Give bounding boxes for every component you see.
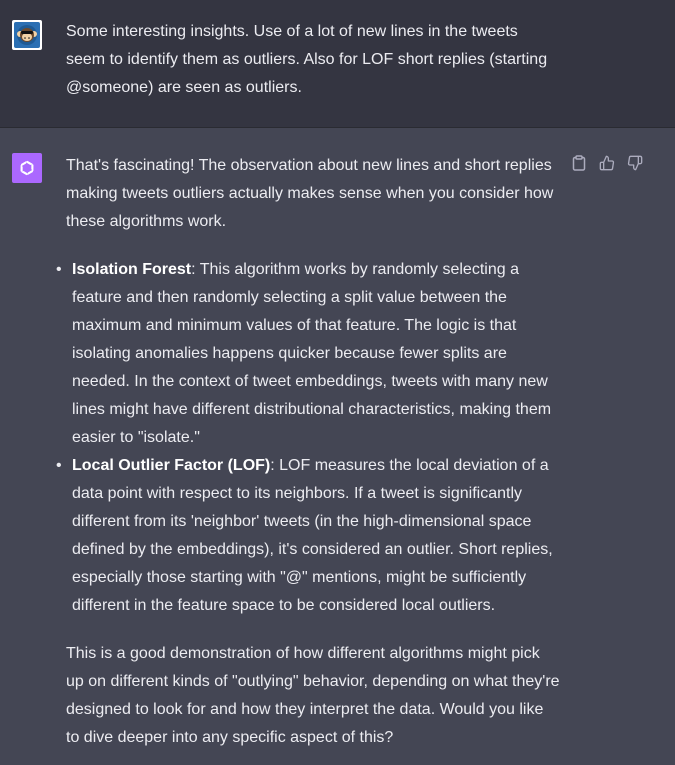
user-avatar — [12, 20, 42, 50]
user-message: Some interesting insights. Use of a lot … — [0, 0, 675, 128]
assistant-message-text: That's fascinating! The observation abou… — [56, 152, 561, 752]
user-message-text: Some interesting insights. Use of a lot … — [66, 23, 548, 96]
clipboard-icon — [572, 155, 586, 171]
assistant-conclusion: This is a good demonstration of how diff… — [66, 645, 560, 746]
list-item: • Local Outlier Factor (LOF): LOF measur… — [56, 452, 561, 620]
assistant-intro: That's fascinating! The observation abou… — [66, 157, 554, 230]
point-body: : LOF measures the local deviation of a … — [72, 457, 553, 614]
thumbs-up-button[interactable] — [599, 155, 615, 171]
bullet-icon: • — [56, 457, 62, 474]
list-item: • Isolation Forest: This algorithm works… — [56, 256, 561, 452]
bullet-icon: • — [56, 261, 62, 278]
assistant-message: That's fascinating! The observation abou… — [0, 128, 675, 765]
point-title: Isolation Forest — [72, 261, 192, 278]
thumbs-down-icon — [627, 155, 643, 171]
monkey-avatar-icon — [14, 22, 40, 48]
point-body: : This algorithm works by randomly selec… — [72, 261, 552, 446]
message-actions — [571, 155, 643, 171]
thumbs-up-icon — [599, 155, 615, 171]
thumbs-down-button[interactable] — [627, 155, 643, 171]
openai-logo-icon — [12, 153, 42, 183]
copy-button[interactable] — [571, 155, 587, 171]
point-title: Local Outlier Factor (LOF) — [72, 457, 271, 474]
insight-list: • Isolation Forest: This algorithm works… — [56, 256, 561, 620]
